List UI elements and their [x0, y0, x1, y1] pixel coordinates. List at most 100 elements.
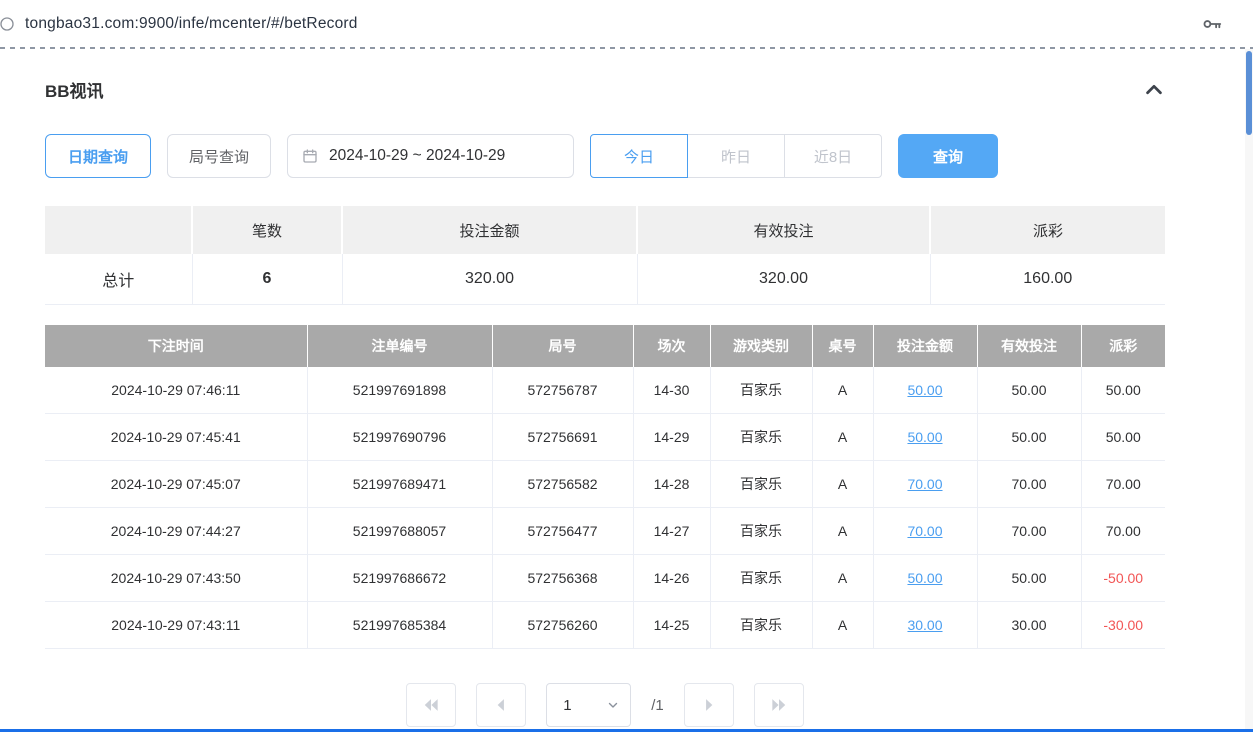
cell-table-no: A [812, 602, 873, 649]
cell-game-type: 百家乐 [710, 367, 812, 414]
table-row: 2024-10-29 07:43:11521997685384572756260… [45, 602, 1165, 649]
chevron-down-icon [606, 698, 620, 712]
cell-bet-amount: 70.00 [873, 508, 977, 555]
header-session: 场次 [633, 325, 710, 367]
page-title: BB视讯 [45, 77, 104, 102]
records-tbody: 2024-10-29 07:46:11521997691898572756787… [45, 367, 1165, 649]
table-row: 2024-10-29 07:45:07521997689471572756582… [45, 461, 1165, 508]
date-range-input[interactable]: 2024-10-29 ~ 2024-10-29 [287, 134, 574, 178]
bet-amount-link[interactable]: 70.00 [907, 523, 942, 539]
last-8-days-button[interactable]: 近8日 [784, 134, 882, 178]
header-round-no: 局号 [492, 325, 633, 367]
header-payout: 派彩 [1081, 325, 1165, 367]
cell-round-no: 572756691 [492, 414, 633, 461]
last-page-button[interactable] [754, 683, 804, 727]
filter-row: 日期查询 局号查询 2024-10-29 ~ 2024-10-29 今日 昨日 … [45, 134, 1165, 178]
header-valid-bet: 有效投注 [977, 325, 1081, 367]
scrollbar[interactable] [1245, 49, 1253, 729]
table-row: 2024-10-29 07:46:11521997691898572756787… [45, 367, 1165, 414]
today-button[interactable]: 今日 [590, 134, 688, 178]
cell-table-no: A [812, 461, 873, 508]
first-page-button[interactable] [406, 683, 456, 727]
header-game-type: 游戏类别 [710, 325, 812, 367]
cell-table-no: A [812, 414, 873, 461]
header-bet-time: 下注时间 [45, 325, 307, 367]
summary-header-payout: 派彩 [930, 206, 1165, 254]
cell-round-no: 572756787 [492, 367, 633, 414]
cell-payout: 70.00 [1081, 508, 1165, 555]
cell-order-no: 521997685384 [307, 602, 492, 649]
cell-game-type: 百家乐 [710, 555, 812, 602]
cell-payout: -30.00 [1081, 602, 1165, 649]
page-select[interactable]: 1 [546, 683, 631, 727]
cell-payout: -50.00 [1081, 555, 1165, 602]
yesterday-button[interactable]: 昨日 [687, 134, 785, 178]
cell-time: 2024-10-29 07:43:11 [45, 602, 307, 649]
header-order-no: 注单编号 [307, 325, 492, 367]
search-button[interactable]: 查询 [898, 134, 998, 178]
cell-session: 14-27 [633, 508, 710, 555]
cell-round-no: 572756477 [492, 508, 633, 555]
bet-amount-link[interactable]: 70.00 [907, 476, 942, 492]
cell-game-type: 百家乐 [710, 414, 812, 461]
cell-bet-amount: 50.00 [873, 414, 977, 461]
summary-header-bet-amount: 投注金额 [342, 206, 637, 254]
page-select-value: 1 [563, 697, 571, 714]
summary-bet-amount: 320.00 [342, 254, 637, 304]
summary-table: 笔数 投注金额 有效投注 派彩 总计 6 320.00 320.00 160.0… [45, 206, 1165, 305]
cell-valid-bet: 50.00 [977, 367, 1081, 414]
cell-bet-amount: 30.00 [873, 602, 977, 649]
prev-page-button[interactable] [476, 683, 526, 727]
cell-order-no: 521997690796 [307, 414, 492, 461]
cell-time: 2024-10-29 07:45:41 [45, 414, 307, 461]
date-query-tab[interactable]: 日期查询 [45, 134, 151, 178]
bet-record-panel: BB视讯 日期查询 局号查询 2024-10-29 ~ 2024-10-29 今… [0, 77, 1253, 727]
cell-time: 2024-10-29 07:43:50 [45, 555, 307, 602]
summary-payout: 160.00 [930, 254, 1165, 304]
bet-amount-link[interactable]: 50.00 [907, 570, 942, 586]
cell-valid-bet: 30.00 [977, 602, 1081, 649]
bet-amount-link[interactable]: 50.00 [907, 382, 942, 398]
next-page-button[interactable] [684, 683, 734, 727]
cell-time: 2024-10-29 07:45:07 [45, 461, 307, 508]
quick-date-group: 今日 昨日 近8日 [590, 134, 882, 178]
summary-total-row: 总计 6 320.00 320.00 160.00 [45, 254, 1165, 304]
cell-payout: 70.00 [1081, 461, 1165, 508]
records-header-row: 下注时间 注单编号 局号 场次 游戏类别 桌号 投注金额 有效投注 派彩 [45, 325, 1165, 367]
bet-amount-link[interactable]: 50.00 [907, 429, 942, 445]
summary-count: 6 [192, 254, 342, 304]
summary-header-empty [45, 206, 192, 254]
cell-valid-bet: 50.00 [977, 414, 1081, 461]
cell-session: 14-30 [633, 367, 710, 414]
bet-amount-link[interactable]: 30.00 [907, 617, 942, 633]
cell-round-no: 572756582 [492, 461, 633, 508]
total-pages-label: /1 [651, 697, 664, 714]
header-table-no: 桌号 [812, 325, 873, 367]
table-row: 2024-10-29 07:43:50521997686672572756368… [45, 555, 1165, 602]
scrollbar-thumb[interactable] [1246, 51, 1252, 135]
cell-session: 14-28 [633, 461, 710, 508]
records-table: 下注时间 注单编号 局号 场次 游戏类别 桌号 投注金额 有效投注 派彩 202… [45, 325, 1165, 650]
table-row: 2024-10-29 07:44:27521997688057572756477… [45, 508, 1165, 555]
cell-bet-amount: 50.00 [873, 367, 977, 414]
summary-header-valid-bet: 有效投注 [637, 206, 930, 254]
key-icon[interactable] [1201, 13, 1223, 35]
cell-session: 14-29 [633, 414, 710, 461]
cell-order-no: 521997691898 [307, 367, 492, 414]
cell-table-no: A [812, 555, 873, 602]
cell-bet-amount: 50.00 [873, 555, 977, 602]
summary-total-label: 总计 [45, 254, 192, 304]
cell-game-type: 百家乐 [710, 461, 812, 508]
cell-valid-bet: 70.00 [977, 508, 1081, 555]
browser-url-bar[interactable]: tongbao31.com:9900/infe/mcenter/#/betRec… [0, 0, 1253, 47]
date-range-value: 2024-10-29 ~ 2024-10-29 [329, 147, 505, 165]
calendar-icon [302, 148, 318, 164]
cell-round-no: 572756368 [492, 555, 633, 602]
collapse-button[interactable] [1143, 79, 1165, 101]
round-query-tab[interactable]: 局号查询 [167, 134, 271, 178]
cell-session: 14-26 [633, 555, 710, 602]
header-bet-amount: 投注金额 [873, 325, 977, 367]
summary-header-count: 笔数 [192, 206, 342, 254]
url-text: tongbao31.com:9900/infe/mcenter/#/betRec… [25, 15, 358, 33]
summary-valid-bet: 320.00 [637, 254, 930, 304]
